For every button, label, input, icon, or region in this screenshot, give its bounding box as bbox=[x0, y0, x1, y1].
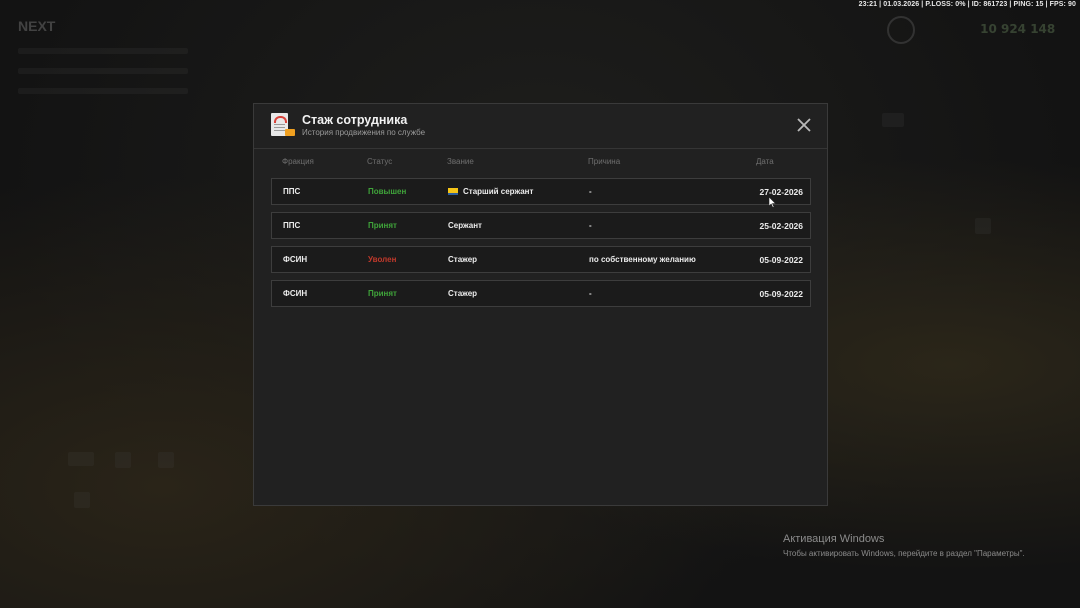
rank-stripe-icon bbox=[448, 188, 458, 195]
background-item bbox=[158, 452, 174, 468]
background-item bbox=[115, 452, 131, 468]
column-header-reason: Причина bbox=[588, 157, 621, 166]
cell-rank: Стажер bbox=[448, 289, 478, 298]
cell-faction: ФСИН bbox=[283, 255, 308, 264]
history-table: ППС Повышен Старший сержант - 27-02-2026… bbox=[271, 178, 811, 314]
cell-rank: Стажер bbox=[448, 255, 478, 264]
background-item bbox=[975, 218, 991, 234]
column-header-faction: Фракция bbox=[282, 157, 314, 166]
cell-status: Принят bbox=[368, 221, 397, 230]
briefcase-badge-icon bbox=[285, 129, 295, 136]
modal-header: Стаж сотрудника История продвижения по с… bbox=[254, 104, 827, 149]
cell-status: Повышен bbox=[368, 187, 407, 196]
background-logo: NEXT bbox=[18, 18, 56, 34]
cell-date: 27-02-2026 bbox=[759, 187, 803, 197]
close-icon bbox=[797, 118, 811, 132]
cell-reason: - bbox=[589, 221, 592, 230]
background-line bbox=[18, 68, 188, 74]
activation-subtitle: Чтобы активировать Windows, перейдите в … bbox=[783, 549, 1025, 558]
windows-activation-watermark: Активация Windows Чтобы активировать Win… bbox=[783, 533, 1025, 559]
background-item bbox=[68, 452, 94, 466]
column-header-status: Статус bbox=[367, 157, 393, 166]
cell-status: Принят bbox=[368, 289, 397, 298]
cell-date: 05-09-2022 bbox=[759, 289, 803, 299]
cell-rank: Старший сержант bbox=[448, 187, 533, 196]
close-button[interactable] bbox=[795, 116, 813, 134]
modal-subtitle: История продвижения по службе bbox=[302, 128, 426, 137]
status-bar: 23:21 | 01.03.2026 | P.LOSS: 0% | ID: 86… bbox=[858, 1, 1076, 8]
activation-title: Активация Windows bbox=[783, 533, 885, 545]
modal-title: Стаж сотрудника bbox=[302, 113, 408, 127]
cell-reason: - bbox=[589, 289, 592, 298]
column-header-rank: Звание bbox=[447, 157, 474, 166]
cell-rank: Сержант bbox=[448, 221, 482, 230]
game-screen: NEXT 10 924 148 23:21 | 01.03.2026 | P.L… bbox=[0, 0, 1080, 608]
cell-faction: ППС bbox=[283, 187, 301, 196]
background-level-ring bbox=[887, 16, 915, 44]
cell-date: 05-09-2022 bbox=[759, 255, 803, 265]
background-item bbox=[882, 113, 904, 127]
background-hud-left: NEXT bbox=[18, 18, 188, 94]
cell-date: 25-02-2026 bbox=[759, 221, 803, 231]
column-header-date: Дата bbox=[756, 157, 774, 166]
background-money: 10 924 148 bbox=[980, 22, 1056, 36]
table-row[interactable]: ППС Повышен Старший сержант - 27-02-2026 bbox=[271, 178, 811, 205]
cell-faction: ППС bbox=[283, 221, 301, 230]
cell-status: Уволен bbox=[368, 255, 397, 264]
table-header: Фракция Статус Звание Причина Дата bbox=[271, 157, 811, 171]
table-row[interactable]: ППС Принят Сержант - 25-02-2026 bbox=[271, 212, 811, 239]
cell-reason: - bbox=[589, 187, 592, 196]
cell-faction: ФСИН bbox=[283, 289, 308, 298]
background-item bbox=[74, 492, 90, 508]
employee-service-modal: Стаж сотрудника История продвижения по с… bbox=[253, 103, 828, 506]
background-line bbox=[18, 88, 188, 94]
background-hud-right: 10 924 148 bbox=[887, 16, 1062, 48]
cell-reason: по собственному желанию bbox=[589, 255, 696, 264]
table-row[interactable]: ФСИН Уволен Стажер по собственному желан… bbox=[271, 246, 811, 273]
table-row[interactable]: ФСИН Принят Стажер - 05-09-2022 bbox=[271, 280, 811, 307]
cell-rank-label: Старший сержант bbox=[463, 187, 534, 196]
background-line bbox=[18, 48, 188, 54]
mouse-cursor-icon bbox=[769, 197, 777, 208]
